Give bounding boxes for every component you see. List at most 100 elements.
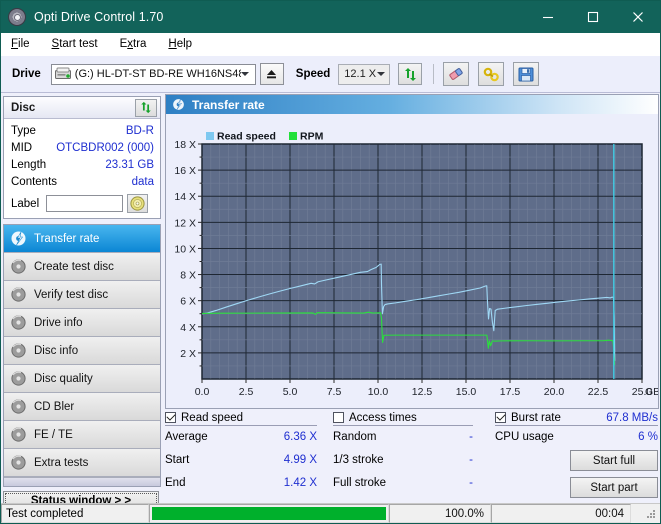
menu-item-file[interactable]: File: [9, 36, 41, 52]
access-times-key-full-stroke: Full stroke: [333, 472, 386, 495]
sidebar-item-cd-bler[interactable]: CD Bler: [4, 393, 160, 421]
sidebar-item-fe-te[interactable]: FE / TE: [4, 421, 160, 449]
transfer-rate-chart: 2 X4 X6 X8 X10 X12 X14 X16 X18 X0.02.55.…: [166, 114, 658, 408]
cpu-usage-value: 6 %: [638, 426, 658, 449]
maximize-button[interactable]: [570, 1, 615, 33]
svg-text:17.5: 17.5: [500, 386, 521, 398]
sidebar-label-fe-te: FE / TE: [34, 429, 73, 441]
read-speed-checkbox[interactable]: [165, 412, 176, 423]
sidebar-item-extra-tests[interactable]: Extra tests: [4, 449, 160, 477]
read-speed-value-start: 4.99 X: [284, 449, 317, 472]
access-times-row-full-stroke: Full stroke -: [333, 472, 473, 495]
svg-text:GB: GB: [645, 386, 658, 398]
disc-key-contents: Contents: [11, 174, 57, 191]
sidebar-label-create-test-disc: Create test disc: [34, 261, 114, 273]
disc-key-mid: MID: [11, 140, 32, 157]
disc-panel: Disc Type BD-R MID OTCBDR002 (000): [3, 96, 161, 219]
tools-icon: [483, 67, 500, 82]
app-disc-icon: [8, 8, 26, 26]
nav-list: Transfer rate Create test disc Verify te…: [3, 224, 161, 487]
start-full-button[interactable]: Start full: [570, 450, 658, 471]
burst-rate-column: Burst rate 67.8 MB/s CPU usage 6 % Start…: [495, 410, 658, 449]
read-speed-value-end: 1.42 X: [284, 472, 317, 495]
sidebar-item-drive-info[interactable]: Drive info: [4, 309, 160, 337]
access-times-value-random: -: [469, 426, 473, 449]
tools-button[interactable]: [478, 62, 504, 86]
disc-panel-header: Disc: [4, 97, 160, 119]
disc-key-length: Length: [11, 157, 46, 174]
start-buttons: Start full Start part: [570, 450, 658, 498]
read-speed-key-average: Average: [165, 426, 208, 449]
erase-button[interactable]: [443, 62, 469, 86]
floppy-save-icon: [518, 67, 534, 82]
sidebar-label-extra-tests: Extra tests: [34, 457, 88, 469]
disc-icon: [10, 286, 27, 303]
read-speed-value-average: 6.36 X: [284, 426, 317, 449]
disc-refresh-button[interactable]: [135, 99, 157, 117]
sidebar-item-transfer-rate[interactable]: Transfer rate: [4, 225, 160, 253]
transfer-rate-chart-panel: Transfer rate 2 X4 X6 X8 X10 X12 X14 X16…: [165, 94, 659, 409]
menu-item-help[interactable]: Help: [166, 36, 203, 52]
chart-plot-area: 2 X4 X6 X8 X10 X12 X14 X16 X18 X0.02.55.…: [166, 114, 658, 408]
burst-rate-value: 67.8 MB/s: [606, 412, 658, 424]
disc-icon: [10, 314, 27, 331]
cpu-usage-row: CPU usage 6 %: [495, 426, 658, 449]
menu-label-file-rest: ile: [18, 38, 30, 50]
svg-text:2 X: 2 X: [180, 348, 196, 360]
disc-label-button[interactable]: [127, 194, 148, 213]
burst-rate-label: Burst rate: [511, 412, 561, 424]
disc-key-type: Type: [11, 123, 36, 140]
start-part-button[interactable]: Start part: [570, 477, 658, 498]
read-speed-label: Read speed: [181, 412, 243, 424]
svg-text:4 X: 4 X: [180, 322, 196, 334]
read-speed-row-end: End 1.42 X: [165, 472, 317, 495]
sidebar-item-create-test-disc[interactable]: Create test disc: [4, 253, 160, 281]
sidebar-item-disc-quality[interactable]: Disc quality: [4, 365, 160, 393]
results-panel: Read speed Average 6.36 X Start 4.99 X E…: [165, 410, 659, 502]
disc-row-type: Type BD-R: [11, 123, 154, 140]
sidebar-item-verify-test-disc[interactable]: Verify test disc: [4, 281, 160, 309]
cd-disc-icon: [130, 196, 145, 211]
svg-text:18 X: 18 X: [174, 139, 196, 151]
access-times-checkbox[interactable]: [333, 412, 344, 423]
svg-text:16 X: 16 X: [174, 165, 196, 177]
disc-value-type: BD-R: [126, 123, 154, 140]
svg-text:5.0: 5.0: [283, 386, 298, 398]
disc-icon: [10, 258, 27, 275]
minimize-button[interactable]: [525, 1, 570, 33]
svg-text:0.0: 0.0: [195, 386, 210, 398]
svg-text:RPM: RPM: [300, 131, 324, 143]
progress-percent: 100.0%: [389, 504, 491, 523]
speed-select[interactable]: 12.1 X: [338, 64, 390, 85]
sidebar-label-verify-test-disc: Verify test disc: [34, 289, 108, 301]
burst-rate-checkbox[interactable]: [495, 412, 506, 423]
menu-item-start-test[interactable]: Start test: [50, 36, 109, 52]
chart-title: Transfer rate: [192, 98, 265, 112]
status-bar: Test completed 100.0% 00:04: [1, 503, 660, 523]
close-button[interactable]: [615, 1, 660, 33]
menu-bar: File Start test Extra Help: [1, 33, 660, 56]
disc-label-row: Label: [11, 194, 154, 213]
disc-panel-body: Type BD-R MID OTCBDR002 (000) Length 23.…: [4, 119, 160, 218]
status-message: Test completed: [1, 504, 149, 523]
sidebar-item-disc-info[interactable]: Disc info: [4, 337, 160, 365]
sidebar-label-drive-info: Drive info: [34, 317, 83, 329]
disc-row-contents: Contents data: [11, 174, 154, 191]
svg-text:8 X: 8 X: [180, 270, 196, 282]
disc-label-input[interactable]: [46, 195, 123, 212]
svg-text:7.5: 7.5: [327, 386, 342, 398]
resize-grip[interactable]: [645, 508, 657, 520]
drive-select[interactable]: (G:) HL-DT-ST BD-RE WH16NS48 1.D3: [51, 64, 256, 85]
disc-icon: [10, 342, 27, 359]
sidebar-label-cd-bler: CD Bler: [34, 401, 74, 413]
menu-item-extra[interactable]: Extra: [118, 36, 158, 52]
progress-bar: [149, 504, 389, 523]
refresh-drive-button[interactable]: [398, 63, 422, 85]
save-button[interactable]: [513, 62, 539, 86]
sidebar-label-transfer-rate: Transfer rate: [34, 233, 99, 245]
menu-label-extra-rest: tra: [133, 38, 146, 50]
toolbar-separator: [433, 64, 434, 84]
disc-bolt-icon: [172, 98, 185, 111]
eject-button[interactable]: [260, 63, 284, 85]
disc-panel-title: Disc: [11, 102, 35, 114]
